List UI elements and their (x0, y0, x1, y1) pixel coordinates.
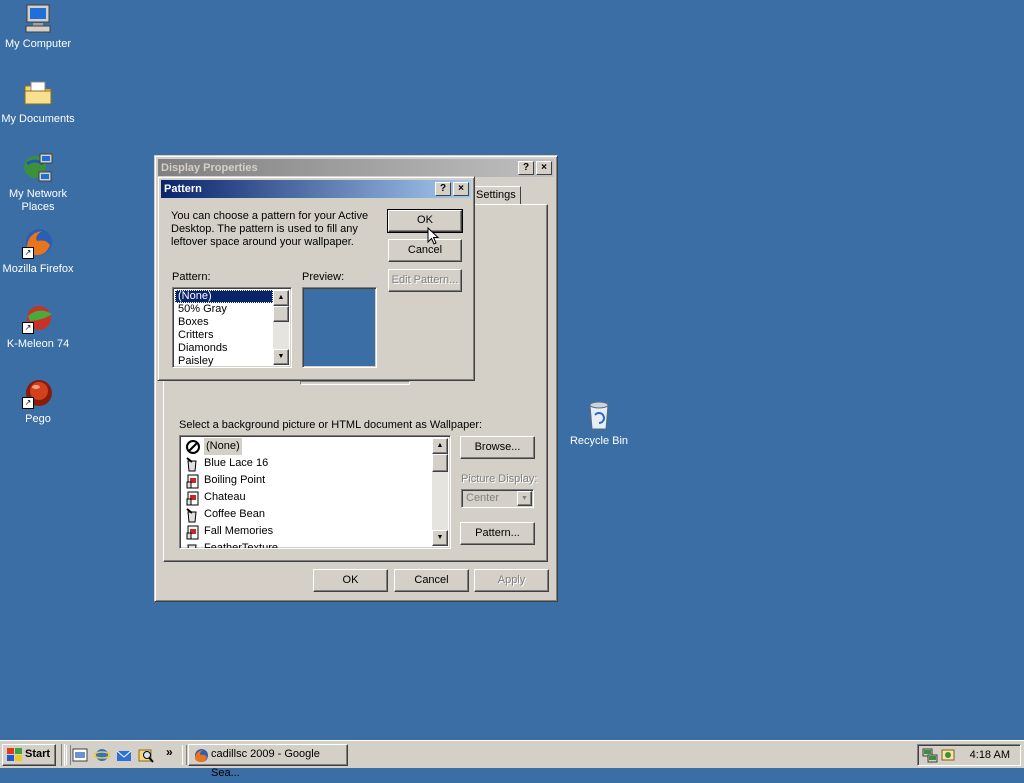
desktop-icon-my-documents[interactable]: My Documents (0, 77, 76, 126)
pattern-scrollbar[interactable]: ▲ ▼ (273, 290, 289, 365)
pattern-description: You can choose a pattern for your Active… (171, 210, 369, 248)
show-desktop-icon[interactable] (72, 747, 88, 763)
desktop-icon-my-network-places[interactable]: My Network Places (0, 152, 76, 214)
kmeleon-icon: ↗ (22, 302, 54, 334)
preview-fill (304, 289, 375, 366)
pego-icon: ↗ (22, 377, 54, 409)
image-file-icon (185, 490, 201, 506)
browse-button[interactable]: Browse... (460, 436, 535, 459)
ok-button[interactable]: OK (313, 569, 388, 592)
help-icon: ? (439, 183, 447, 194)
scroll-thumb[interactable] (273, 306, 289, 322)
display-properties-titlebar[interactable]: Display Properties ? × (158, 159, 554, 177)
network-tray-icon[interactable] (922, 747, 938, 763)
outlook-express-icon[interactable] (116, 747, 132, 763)
list-item[interactable]: Boiling Point (182, 472, 430, 489)
pattern-button[interactable]: Pattern... (460, 522, 535, 545)
search-icon[interactable] (138, 747, 154, 763)
start-button[interactable]: Start (2, 744, 56, 766)
tasks-grip (182, 745, 187, 765)
shortcut-arrow-icon: ↗ (22, 247, 34, 259)
scroll-up-arrow-icon[interactable]: ▲ (432, 438, 448, 454)
desktop-icon-mozilla-firefox[interactable]: ↗ Mozilla Firefox (0, 227, 76, 276)
task-button-browser[interactable]: cadillsc 2009 - Google Sea... (188, 744, 348, 779)
taskbar: Start » cadillsc 2009 - Google Sea... 4:… (0, 740, 1024, 779)
pattern-dialog: Pattern ? × You can choose a pattern for… (157, 176, 475, 381)
paint-bucket-icon (185, 540, 201, 548)
pattern-ok-button[interactable]: OK (387, 209, 463, 233)
list-item[interactable]: Coffee Bean (182, 506, 430, 523)
list-item[interactable]: FeatherTexture (182, 540, 430, 548)
list-item[interactable]: Fall Memories (182, 523, 430, 540)
scroll-down-arrow-icon[interactable]: ▼ (273, 349, 289, 365)
help-button[interactable]: ? (435, 182, 451, 196)
quicklaunch-grip (66, 745, 71, 765)
windows-logo-icon (7, 748, 22, 762)
security-tray-icon[interactable] (940, 747, 956, 763)
desktop-icon-k-meleon[interactable]: ↗ K-Meleon 74 (0, 302, 76, 351)
pattern-dialog-title: Pattern (164, 183, 202, 195)
folder-icon (22, 77, 54, 109)
internet-explorer-icon[interactable] (93, 747, 111, 763)
close-icon: × (541, 162, 547, 173)
desktop-icon-my-computer[interactable]: My Computer (0, 2, 76, 51)
desktop-icon-recycle-bin[interactable]: Recycle Bin (561, 399, 637, 448)
pattern-cancel-button[interactable]: Cancel (388, 239, 462, 262)
apply-button[interactable]: Apply (474, 569, 549, 592)
image-file-icon (185, 473, 201, 489)
taskbar-divider (61, 744, 65, 766)
clock: 4:18 AM (969, 749, 1010, 761)
tab-settings[interactable]: Settings (473, 186, 521, 204)
cancel-button[interactable]: Cancel (394, 569, 469, 592)
quicklaunch-chevron-icon[interactable]: » (166, 745, 173, 759)
display-properties-title: Display Properties (161, 162, 258, 174)
help-button[interactable]: ? (518, 161, 534, 175)
pattern-listbox[interactable]: (None) 50% Gray Boxes Critters Diamonds … (172, 287, 292, 368)
wallpaper-listbox[interactable]: (None) Blue Lace 16 Boiling Point Chatea… (179, 435, 451, 549)
list-item[interactable]: Blue Lace 16 (182, 455, 430, 472)
list-item[interactable]: Critters (175, 329, 273, 342)
paint-bucket-icon (185, 507, 201, 523)
list-item[interactable]: Paisley (175, 355, 273, 368)
pattern-label: Pattern: (172, 271, 211, 283)
wallpaper-label: Select a background picture or HTML docu… (179, 419, 483, 431)
edit-pattern-button[interactable]: Edit Pattern... (388, 269, 462, 292)
close-icon: × (458, 183, 464, 194)
mouse-cursor-icon (427, 227, 439, 245)
firefox-icon: ↗ (22, 227, 54, 259)
computer-icon (22, 2, 54, 34)
list-item[interactable]: (None) (182, 438, 430, 455)
picture-display-label: Picture Display: (461, 473, 538, 485)
firefox-icon (193, 748, 209, 764)
pattern-dialog-titlebar[interactable]: Pattern ? × (161, 180, 471, 198)
scroll-up-arrow-icon[interactable]: ▲ (273, 290, 289, 306)
network-icon (22, 152, 54, 184)
close-button[interactable]: × (536, 161, 552, 175)
monitor-stand (300, 381, 410, 385)
no-wallpaper-icon (185, 439, 201, 455)
list-item[interactable]: Boxes (175, 316, 273, 329)
list-item[interactable]: Diamonds (175, 342, 273, 355)
recycle-bin-icon (583, 399, 615, 431)
image-file-icon (185, 524, 201, 540)
list-item[interactable]: Chateau (182, 489, 430, 506)
wallpaper-scrollbar[interactable]: ▲ ▼ (432, 438, 448, 546)
list-item[interactable]: (None) (175, 290, 273, 303)
system-tray: 4:18 AM (917, 744, 1021, 766)
pattern-preview (302, 287, 377, 368)
paint-bucket-icon (185, 456, 201, 472)
shortcut-arrow-icon: ↗ (22, 322, 34, 334)
close-button[interactable]: × (453, 182, 469, 196)
shortcut-arrow-icon: ↗ (22, 397, 34, 409)
preview-label: Preview: (302, 271, 345, 283)
list-item[interactable]: 50% Gray (175, 303, 273, 316)
chevron-down-icon[interactable]: ▼ (517, 491, 532, 506)
help-icon: ? (522, 162, 530, 173)
scroll-thumb[interactable] (432, 454, 448, 472)
desktop-icon-pego[interactable]: ↗ Pego (0, 377, 76, 426)
scroll-down-arrow-icon[interactable]: ▼ (432, 530, 448, 546)
picture-display-select[interactable]: Center ▼ (461, 489, 534, 508)
